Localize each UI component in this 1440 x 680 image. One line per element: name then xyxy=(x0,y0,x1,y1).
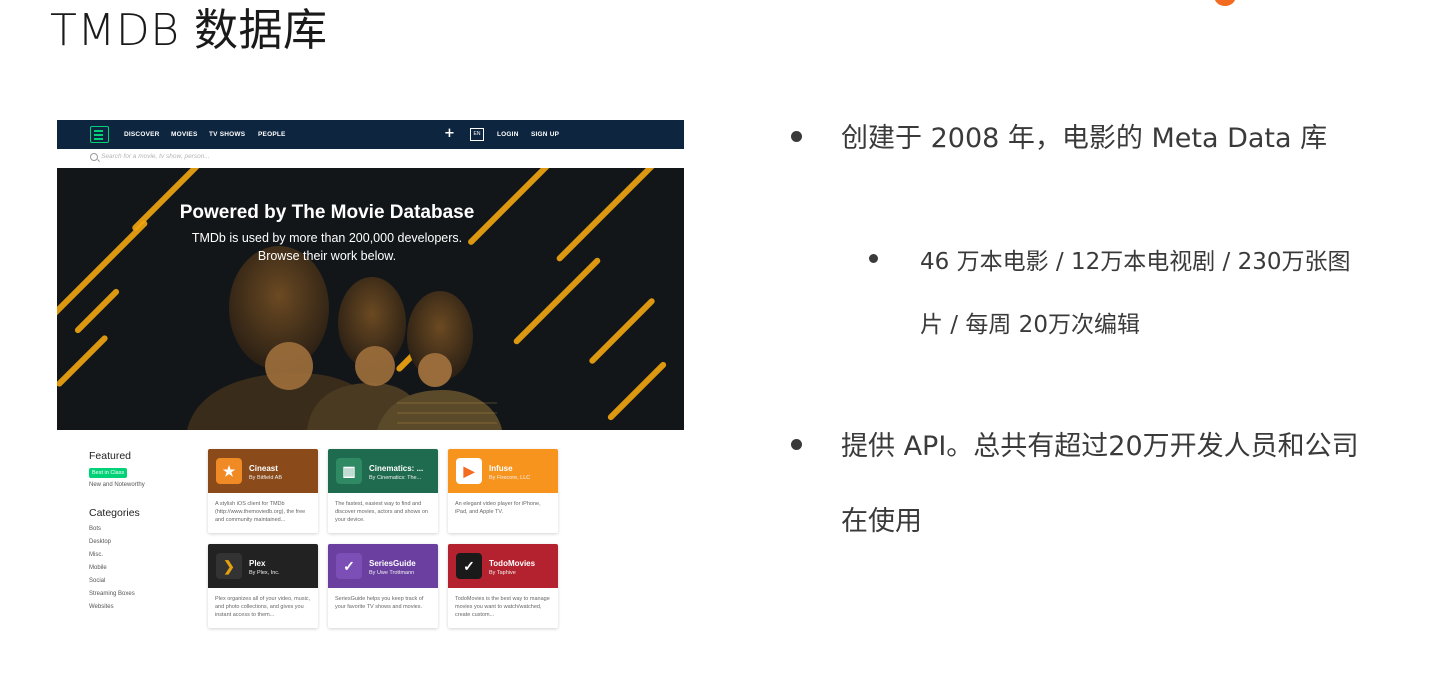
top-nav: DISCOVER MOVIES TV SHOWS PEOPLE + EN LOG… xyxy=(57,120,684,149)
nav-discover[interactable]: DISCOVER xyxy=(124,131,160,138)
app-developer: By Plex, Inc. xyxy=(249,570,280,576)
card-header: ▥ Cinematics: ... By Cinematics: The... xyxy=(328,449,438,493)
star-film-icon: ★ xyxy=(216,458,242,484)
bullet-point xyxy=(791,131,802,142)
category-desktop[interactable]: Desktop xyxy=(89,539,111,545)
app-name: Cineast xyxy=(249,464,278,473)
app-developer: By Cinematics: The... xyxy=(369,475,422,481)
card-header: ✓ SeriesGuide By Uwe Trottmann xyxy=(328,544,438,588)
search-bar[interactable]: Search for a movie, tv show, person... xyxy=(57,149,684,169)
app-developer: By Uwe Trottmann xyxy=(369,570,415,576)
featured-heading: Featured xyxy=(89,450,132,462)
app-description: SeriesGuide helps you keep track of your… xyxy=(335,596,424,610)
card-header: ★ Cineast By Bitfield AB xyxy=(208,449,318,493)
app-developer: By Firecore, LLC xyxy=(489,475,531,481)
hero-title: Powered by The Movie Database xyxy=(179,202,475,223)
film-strip-icon: ▥ xyxy=(336,458,362,484)
bullet-3-text-line2: 在使用 xyxy=(841,506,922,537)
play-icon: ▶ xyxy=(456,458,482,484)
language-button[interactable]: EN xyxy=(470,128,484,141)
nav-movies[interactable]: MOVIES xyxy=(171,131,197,138)
sub-bullet-point xyxy=(869,254,878,263)
check-icon: ✓ xyxy=(336,553,362,579)
app-description: Plex organizes all of your video, music,… xyxy=(215,596,311,618)
app-name: SeriesGuide xyxy=(369,559,416,568)
add-icon[interactable]: + xyxy=(444,126,455,141)
app-card-infuse[interactable]: ▶ Infuse By Firecore, LLC An elegant vid… xyxy=(448,449,558,533)
app-name: TodoMovies xyxy=(489,559,536,568)
tmdb-screenshot: DISCOVER MOVIES TV SHOWS PEOPLE + EN LOG… xyxy=(57,120,684,635)
bullet-point xyxy=(791,439,802,450)
bullet-2-text-line1: 46 万本电影 / 12万本电视剧 / 230万张图 xyxy=(920,249,1351,275)
hero-subtitle-2: Browse their work below. xyxy=(257,249,397,263)
category-streaming-boxes[interactable]: Streaming Boxes xyxy=(89,591,135,597)
bullet-2-text-line2: 片 / 每周 20万次编辑 xyxy=(920,312,1140,338)
app-card-todomovies[interactable]: ✓ TodoMovies By Taphive TodoMovies is th… xyxy=(448,544,558,628)
hero-subtitle-1: TMDb is used by more than 200,000 develo… xyxy=(191,231,463,245)
category-bots[interactable]: Bots xyxy=(89,526,101,532)
app-description: The fastest, easiest way to find and dis… xyxy=(335,501,428,523)
hero-banner: Powered by The Movie Database TMDb is us… xyxy=(57,168,684,430)
category-social[interactable]: Social xyxy=(89,578,105,584)
card-header: ▶ Infuse By Firecore, LLC xyxy=(448,449,558,493)
category-misc[interactable]: Misc. xyxy=(89,552,103,558)
app-card-cinematics[interactable]: ▥ Cinematics: ... By Cinematics: The... … xyxy=(328,449,438,533)
card-header: ❯ Plex By Plex, Inc. xyxy=(208,544,318,588)
card-header: ✓ TodoMovies By Taphive xyxy=(448,544,558,588)
app-name: Infuse xyxy=(489,464,513,473)
categories-heading: Categories xyxy=(89,507,140,519)
search-icon xyxy=(90,153,98,161)
search-input[interactable]: Search for a movie, tv show, person... xyxy=(101,153,210,160)
app-card-plex[interactable]: ❯ Plex By Plex, Inc. Plex organizes all … xyxy=(208,544,318,628)
check-icon: ✓ xyxy=(456,553,482,579)
login-link[interactable]: LOGIN xyxy=(497,131,519,138)
app-name: Cinematics: ... xyxy=(369,464,424,473)
app-description: A stylish iOS client for TMDb (http://ww… xyxy=(215,501,306,523)
app-developer: By Bitfield AB xyxy=(249,475,283,481)
tmdb-logo-icon[interactable] xyxy=(90,126,109,143)
slide-title: TMDB 数据库 xyxy=(50,5,328,56)
category-websites[interactable]: Websites xyxy=(89,604,114,610)
signup-link[interactable]: SIGN UP xyxy=(531,131,559,138)
chevron-right-icon: ❯ xyxy=(216,553,242,579)
app-card-cineast[interactable]: ★ Cineast By Bitfield AB A stylish iOS c… xyxy=(208,449,318,533)
bullet-3-text-line1: 提供 API。总共有超过20万开发人员和公司 xyxy=(841,431,1359,462)
orange-logo-mark xyxy=(1214,0,1236,6)
category-mobile[interactable]: Mobile xyxy=(89,565,107,571)
app-card-seriesguide[interactable]: ✓ SeriesGuide By Uwe Trottmann SeriesGui… xyxy=(328,544,438,628)
nav-tv-shows[interactable]: TV SHOWS xyxy=(209,131,245,138)
app-description: An elegant video player for iPhone, iPad… xyxy=(455,501,541,515)
best-in-class-badge[interactable]: Best in Class xyxy=(89,468,128,478)
bullet-1-text: 创建于 2008 年，电影的 Meta Data 库 xyxy=(841,123,1328,154)
new-noteworthy-link[interactable]: New and Noteworthy xyxy=(89,482,145,488)
app-description: TodoMovies is the best way to manage mov… xyxy=(455,596,550,618)
nav-people[interactable]: PEOPLE xyxy=(258,131,286,138)
app-name: Plex xyxy=(249,559,266,568)
app-developer: By Taphive xyxy=(489,570,516,576)
